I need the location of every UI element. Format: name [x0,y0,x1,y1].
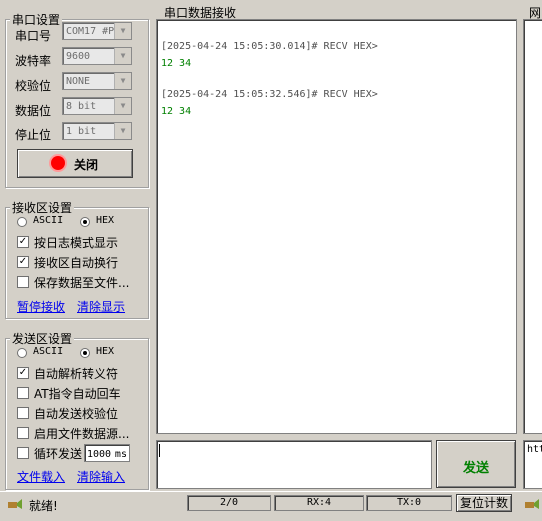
loop-unit-label: ms [114,449,127,460]
loop-interval-value: 1000 [87,449,112,460]
pause-receive-link[interactable]: 暂停接收 [17,298,65,315]
auto-wrap-label: 接收区自动换行 [34,256,119,270]
status-pages: 2/0 [187,495,271,511]
send-hex-radio[interactable] [80,348,90,358]
baud-value: 9600 [66,51,91,62]
stopbits-value: 1 bit [66,126,97,137]
status-rx: RX:4 [274,495,364,511]
network-textarea[interactable] [523,19,542,434]
save-file-label: 保存数据至文件... [34,276,130,290]
baud-label: 波特率 [15,54,52,68]
chevron-down-icon[interactable]: ▼ [114,48,131,64]
status-icon [7,497,22,509]
send-ascii-label: ASCII [33,346,64,357]
stopbits-select[interactable]: 1 bit ▼ [62,122,132,140]
receive-textarea[interactable]: [2025-04-24 15:05:30.014]# RECV HEX> 12 … [156,19,517,434]
log-header: [2025-04-24 15:05:30.014]# RECV HEX> [161,41,378,52]
chevron-down-icon[interactable]: ▼ [114,73,131,89]
clear-input-link[interactable]: 清除输入 [77,468,125,485]
status-icon-right [524,497,539,509]
databits-select[interactable]: 8 bit ▼ [62,97,132,115]
chevron-down-icon[interactable]: ▼ [114,123,131,139]
port-label: 串口号 [15,29,52,43]
log-mode-label: 按日志模式显示 [34,236,119,250]
loop-send-checkbox[interactable] [17,447,29,459]
log-header: [2025-04-24 15:05:32.546]# RECV HEX> [161,89,378,100]
chevron-down-icon[interactable]: ▼ [114,98,131,114]
recv-hex-label: HEX [96,215,115,226]
databits-value: 8 bit [66,101,97,112]
send-button[interactable]: 发送 [436,440,516,488]
port-status-icon [51,156,65,170]
open-close-label: 关闭 [74,158,99,172]
network-input-value: htt [527,444,542,455]
stopbits-label: 停止位 [15,128,52,142]
send-input[interactable] [156,440,432,489]
load-file-link[interactable]: 文件载入 [17,468,65,485]
reset-count-button[interactable]: 复位计数 [456,494,512,512]
text-cursor [159,444,160,457]
port-select[interactable]: COM17 #P ▼ [62,22,132,40]
send-ascii-radio[interactable] [17,348,27,358]
parity-value: NONE [66,76,91,87]
open-close-button[interactable]: 关闭 [17,149,133,178]
send-button-label: 发送 [462,461,489,476]
port-value: COM17 #P [66,26,115,37]
log-mode-checkbox[interactable]: ✓ [17,236,29,248]
loop-interval-input[interactable]: 1000 ms [84,444,130,462]
auto-parse-label: 自动解析转义符 [34,367,119,381]
status-ready-text: 就绪! [29,499,58,513]
clear-display-link[interactable]: 清除显示 [77,298,125,315]
auto-checksum-label: 自动发送校验位 [34,407,119,421]
parity-label: 校验位 [15,79,52,93]
recv-ascii-label: ASCII [33,215,64,226]
log-data: 12 34 [161,106,192,117]
databits-label: 数据位 [15,104,52,118]
auto-parse-checkbox[interactable]: ✓ [17,367,29,379]
recv-ascii-radio[interactable] [17,217,27,227]
send-settings-title: 发送区设置 [10,330,75,347]
status-divider [0,491,542,492]
at-return-checkbox[interactable] [17,387,29,399]
save-file-checkbox[interactable] [17,276,29,288]
chevron-down-icon[interactable]: ▼ [114,23,131,39]
auto-wrap-checkbox[interactable]: ✓ [17,256,29,268]
status-tx: TX:0 [366,495,452,511]
recv-hex-radio[interactable] [80,217,90,227]
send-hex-label: HEX [96,346,115,357]
serial-settings-title: 串口设置 [10,11,63,28]
receive-settings-title: 接收区设置 [10,199,75,216]
file-source-checkbox[interactable] [17,427,29,439]
auto-checksum-checkbox[interactable] [17,407,29,419]
file-source-label: 启用文件数据源... [34,427,130,441]
at-return-label: AT指令自动回车 [34,387,121,401]
parity-select[interactable]: NONE ▼ [62,72,132,90]
loop-send-label: 循环发送 [34,447,83,461]
log-data: 12 34 [161,58,192,69]
network-input[interactable]: htt [523,440,542,489]
baud-select[interactable]: 9600 ▼ [62,47,132,65]
reset-count-label: 复位计数 [459,496,508,510]
